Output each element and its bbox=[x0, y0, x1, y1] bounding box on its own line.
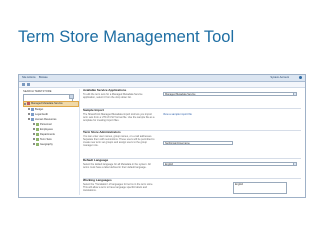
user-menu[interactable]: System Account bbox=[270, 76, 289, 80]
navigate-up-icon[interactable] bbox=[27, 83, 30, 86]
term-store-screenshot: Site Actions Browse System Account SEARC… bbox=[18, 74, 306, 198]
section-description: You can enter user names, group names, o… bbox=[83, 134, 155, 147]
field-value: English bbox=[165, 163, 174, 166]
property-section: Sample Import The SharePoint Managed Meta… bbox=[83, 108, 301, 122]
section-description: To edit the term sets for a Managed Meta… bbox=[83, 92, 143, 99]
section-description: The SharePoint Managed Metadata import t… bbox=[83, 112, 155, 122]
tree-node-label: Employees bbox=[40, 128, 53, 131]
expand-toggle-icon[interactable] bbox=[28, 113, 30, 116]
expand-toggle-icon[interactable] bbox=[33, 133, 35, 136]
section-divider bbox=[83, 178, 301, 179]
term-set-icon bbox=[36, 127, 39, 131]
sample-import-link[interactable]: View a sample import file bbox=[163, 113, 192, 117]
listbox-option[interactable]: English bbox=[235, 183, 286, 186]
field-value: NetDomain\Username bbox=[165, 142, 190, 145]
tree-node-label: Managed Metadata Service bbox=[31, 102, 63, 106]
tree-node-label: Legal Audit bbox=[35, 113, 48, 116]
section-description: Select the 'Translation' of languages fo… bbox=[83, 182, 154, 192]
site-actions-menu[interactable]: Site Actions bbox=[22, 76, 36, 80]
tree-node[interactable]: Geography bbox=[23, 142, 79, 147]
languages-listbox[interactable]: English bbox=[233, 182, 287, 194]
text-field[interactable]: NetDomain\Username bbox=[163, 141, 233, 145]
group-icon bbox=[31, 107, 34, 111]
tree-node-label: Personnel bbox=[40, 123, 52, 126]
help-icon[interactable] bbox=[299, 76, 302, 79]
expand-toggle-icon[interactable] bbox=[28, 108, 30, 111]
section-divider bbox=[83, 158, 301, 159]
term-set-icon bbox=[36, 142, 39, 146]
ribbon bbox=[19, 82, 305, 88]
expand-toggle-icon[interactable] bbox=[33, 128, 35, 131]
term-store-tree-pane: SEARCH TERM STORE Managed Metadata Servi… bbox=[21, 89, 80, 195]
chevron-down-icon[interactable] bbox=[293, 93, 296, 95]
term-set-icon bbox=[36, 122, 39, 126]
search-button[interactable] bbox=[69, 94, 74, 99]
expand-toggle-icon[interactable] bbox=[33, 143, 35, 146]
field-value: Managed Metadata Service bbox=[165, 93, 196, 96]
section-divider bbox=[83, 108, 301, 109]
dropdown-select[interactable]: Managed Metadata Service bbox=[163, 92, 297, 96]
tree-node-label: Budget bbox=[35, 108, 44, 111]
tree-node-label: Term Sets bbox=[40, 138, 52, 141]
chevron-down-icon[interactable] bbox=[293, 163, 296, 165]
section-divider bbox=[83, 130, 301, 131]
dropdown-select[interactable]: English bbox=[163, 162, 297, 166]
group-icon bbox=[31, 112, 34, 116]
property-section: Term Store Administrators You can enter u… bbox=[83, 130, 301, 147]
tree-node-label: Human Resources bbox=[35, 118, 57, 121]
group-icon bbox=[31, 117, 34, 121]
title-bar: Site Actions Browse System Account bbox=[19, 75, 305, 82]
property-section: Default Language Select the default langu… bbox=[83, 158, 301, 169]
term-tree: Managed Metadata Service Budget Legal Audi… bbox=[23, 101, 79, 147]
tree-node-label: Departments bbox=[40, 133, 55, 136]
section-description: Select the default language for all Meta… bbox=[83, 162, 151, 169]
expand-toggle-icon[interactable] bbox=[24, 102, 26, 105]
expand-toggle-icon[interactable] bbox=[28, 118, 30, 121]
term-set-icon bbox=[36, 137, 39, 141]
property-section: Working Languages Select the 'Translation… bbox=[83, 178, 301, 194]
slide-title: Term Store Management Tool bbox=[18, 28, 235, 46]
metadata-service-icon bbox=[27, 102, 30, 105]
expand-toggle-icon[interactable] bbox=[33, 138, 35, 141]
browse-tab[interactable]: Browse bbox=[39, 76, 48, 80]
properties-pane: Available Service Applications To edit th… bbox=[83, 88, 301, 195]
term-set-icon bbox=[36, 132, 39, 136]
tree-node-label: Geography bbox=[40, 143, 53, 146]
back-icon[interactable] bbox=[22, 83, 25, 86]
property-section: Available Service Applications To edit th… bbox=[83, 88, 301, 99]
expand-toggle-icon[interactable] bbox=[33, 123, 35, 126]
